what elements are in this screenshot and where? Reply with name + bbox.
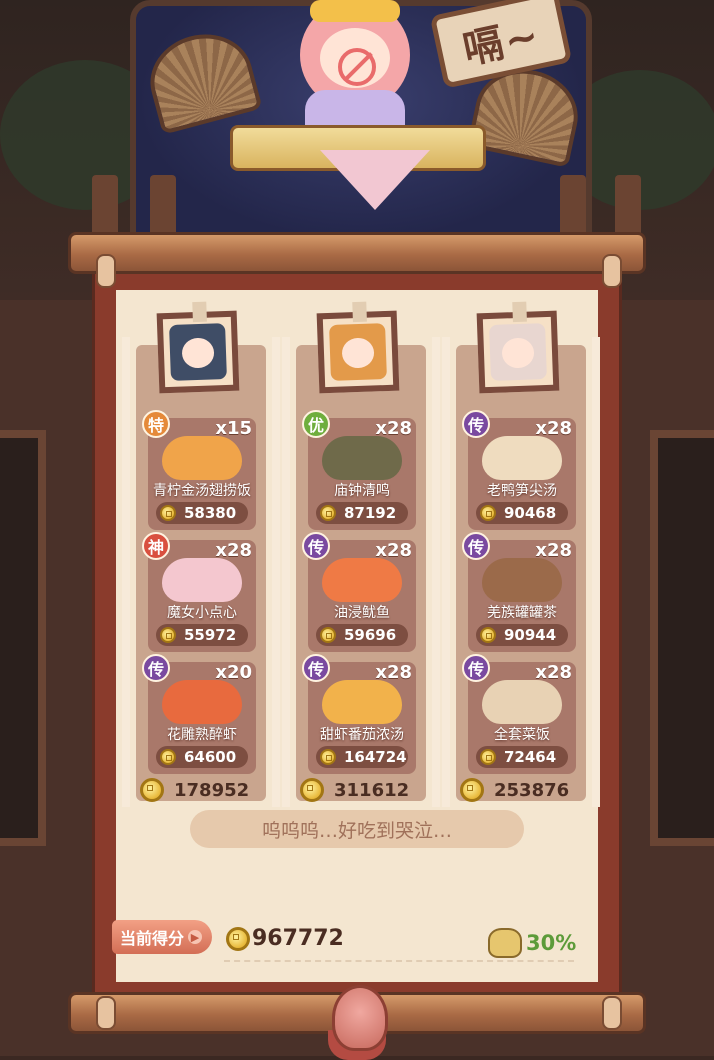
- rarity-badge: 传: [462, 410, 490, 438]
- rarity-badge: 传: [302, 532, 330, 560]
- rarity-badge: 传: [302, 654, 330, 682]
- dish-name: 甜虾番茄浓汤: [320, 727, 404, 743]
- coin-icon: [160, 627, 176, 643]
- dish-card[interactable]: 传 x28 全套菜饭 72464: [462, 654, 576, 774]
- divider: [224, 960, 574, 962]
- dish-image: [322, 680, 402, 724]
- scroll-rod-top: [68, 232, 646, 274]
- dish-name: 油浸鱿鱼: [334, 605, 390, 621]
- coin-icon: [320, 627, 336, 643]
- dish-score: 90468: [476, 502, 568, 524]
- chevron-right-icon: ▶: [188, 930, 203, 944]
- dish-name: 老鸭笋尖汤: [487, 483, 557, 499]
- right-window: [650, 430, 714, 846]
- judge-portrait-3[interactable]: [476, 301, 560, 394]
- dish-name: 羌族罐罐茶: [487, 605, 557, 621]
- avatar: [169, 323, 227, 381]
- dish-name: 魔女小点心: [167, 605, 237, 621]
- dish-score: 58380: [156, 502, 248, 524]
- judge-portrait-2[interactable]: [316, 301, 400, 394]
- coin-icon: [480, 505, 496, 521]
- coin-icon: [480, 749, 496, 765]
- coin-icon: [460, 778, 484, 802]
- coin-icon: [226, 926, 250, 951]
- dish-score: 87192: [316, 502, 408, 524]
- dish-card[interactable]: 传 x28 羌族罐罐茶 90944: [462, 532, 576, 652]
- scroll-peg: [96, 254, 116, 288]
- coin-icon: [300, 778, 324, 802]
- dish-score: 164724: [316, 746, 408, 768]
- coin-icon: [160, 749, 176, 765]
- rarity-badge: 优: [302, 410, 330, 438]
- dish-score: 90944: [476, 624, 568, 646]
- dish-card[interactable]: 神 x28 魔女小点心 55972: [142, 532, 256, 652]
- scroll-peg: [96, 996, 116, 1030]
- dish-card[interactable]: 优 x28 庙钟清鸣 87192: [302, 410, 416, 530]
- bonus-percent: 30%: [488, 928, 576, 958]
- dish-quantity: x28: [535, 662, 572, 683]
- dish-quantity: x20: [215, 662, 252, 683]
- knot-icon: [332, 985, 388, 1051]
- no-food-icon: [338, 48, 376, 86]
- column-total: 178952: [140, 778, 249, 802]
- dish-quantity: x28: [375, 418, 412, 439]
- coin-icon: [160, 505, 176, 521]
- rarity-badge: 传: [462, 654, 490, 682]
- judge-comment: 呜呜呜…好吃到哭泣…: [190, 810, 524, 848]
- dish-quantity: x28: [215, 540, 252, 561]
- dish-image: [162, 558, 242, 602]
- scroll-peg: [602, 996, 622, 1030]
- dish-image: [482, 558, 562, 602]
- dish-name: 青柠金汤翅捞饭: [153, 483, 251, 499]
- rarity-badge: 传: [462, 532, 490, 560]
- avatar: [489, 323, 547, 381]
- dish-image: [482, 436, 562, 480]
- dish-score: 55972: [156, 624, 248, 646]
- dish-quantity: x28: [375, 662, 412, 683]
- dish-card[interactable]: 传 x20 花雕熟醉虾 64600: [142, 654, 256, 774]
- dish-name: 庙钟清鸣: [334, 483, 390, 499]
- dish-card[interactable]: 特 x15 青柠金汤翅捞饭 58380: [142, 410, 256, 530]
- rarity-badge: 传: [142, 654, 170, 682]
- scroll-peg: [602, 254, 622, 288]
- dish-name: 花雕熟醉虾: [167, 727, 237, 743]
- dish-quantity: x28: [535, 418, 572, 439]
- current-score: 967772: [226, 926, 344, 951]
- burp-text: 嗝~: [459, 12, 545, 74]
- money-bag-icon: [488, 928, 522, 958]
- dish-quantity: x28: [535, 540, 572, 561]
- judge-portrait-1[interactable]: [156, 301, 240, 394]
- coin-icon: [480, 627, 496, 643]
- left-window: [0, 430, 46, 846]
- dish-card[interactable]: 传 x28 甜虾番茄浓汤 164724: [302, 654, 416, 774]
- dish-card[interactable]: 传 x28 老鸭笋尖汤 90468: [462, 410, 576, 530]
- coin-icon: [320, 505, 336, 521]
- current-score-label: 当前得分 ▶: [112, 920, 212, 954]
- dish-image: [482, 680, 562, 724]
- avatar: [329, 323, 387, 381]
- dish-image: [322, 558, 402, 602]
- coin-icon: [320, 749, 336, 765]
- dish-name: 全套菜饭: [494, 727, 550, 743]
- dish-quantity: x15: [215, 418, 252, 439]
- rarity-badge: 特: [142, 410, 170, 438]
- dish-score: 72464: [476, 746, 568, 768]
- dish-image: [162, 436, 242, 480]
- dish-score: 64600: [156, 746, 248, 768]
- column-total: 253876: [460, 778, 569, 802]
- rarity-badge: 神: [142, 532, 170, 560]
- coin-icon: [140, 778, 164, 802]
- column-total: 311612: [300, 778, 409, 802]
- dish-card[interactable]: 传 x28 油浸鱿鱼 59696: [302, 532, 416, 652]
- crown-icon: [310, 0, 400, 22]
- dish-quantity: x28: [375, 540, 412, 561]
- dish-image: [162, 680, 242, 724]
- dish-score: 59696: [316, 624, 408, 646]
- dish-image: [322, 436, 402, 480]
